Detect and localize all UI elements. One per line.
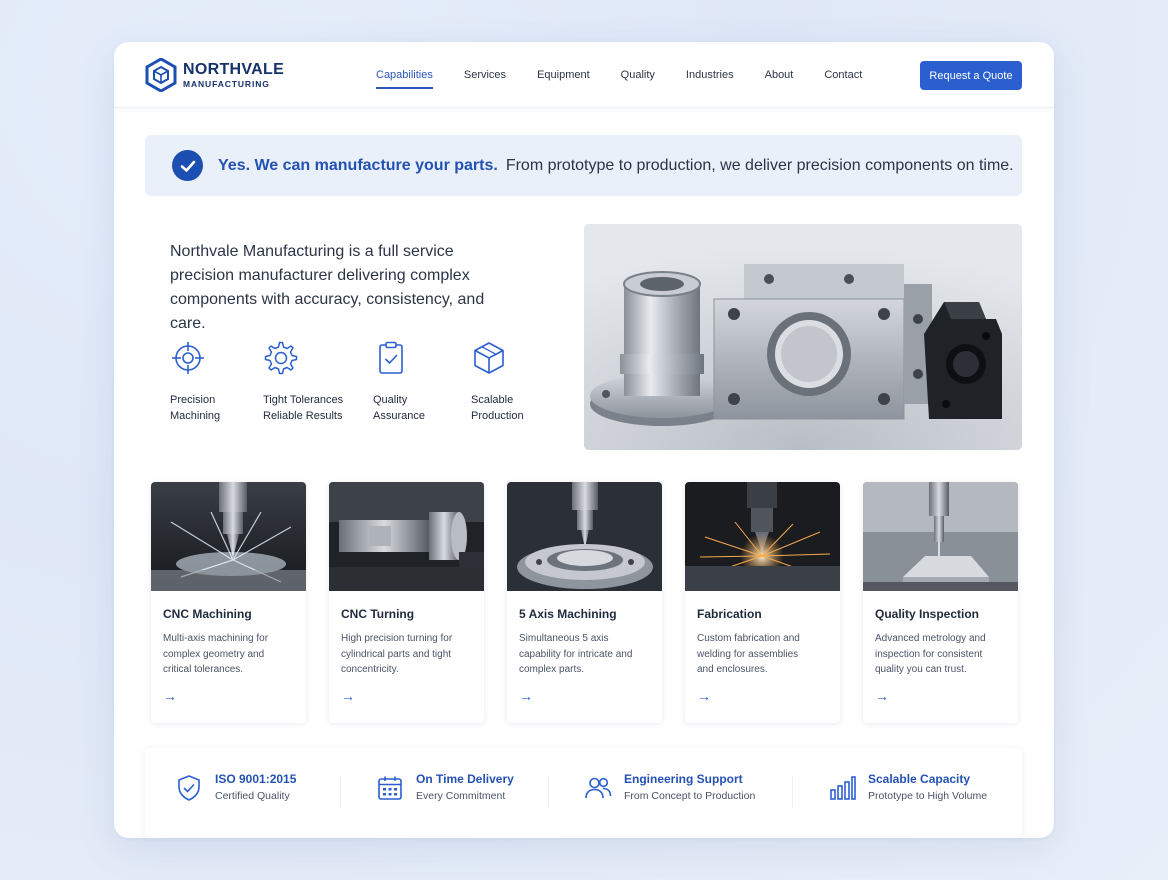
- card-title: Fabrication: [697, 607, 762, 621]
- stat-subtitle: Prototype to High Volume: [868, 790, 988, 802]
- divider: [340, 776, 341, 808]
- brand-sub: MANUFACTURING: [183, 78, 270, 89]
- feature-scalable: Scalable Production: [471, 340, 581, 424]
- feature-quality: Quality Assurance: [373, 340, 483, 424]
- card-description: Advanced metrology and inspection for co…: [875, 633, 986, 675]
- hexagon-logo-icon: [145, 58, 177, 92]
- stat-engineering: Engineering Support From Concept to Prod…: [584, 772, 755, 802]
- clipboard-check-icon: [379, 341, 403, 374]
- fabrication-image: [685, 482, 840, 591]
- request-quote-button[interactable]: Request a Quote: [920, 61, 1022, 90]
- site-header: NORTHVALE MANUFACTURING Capabilities Ser…: [114, 42, 1054, 108]
- card-description: Custom fabrication and welding for assem…: [697, 633, 800, 675]
- feature-label: Quality Assurance: [373, 394, 425, 422]
- card-title: Quality Inspection: [875, 607, 980, 621]
- feature-label: Scalable Production: [471, 394, 524, 422]
- banner-text: From prototype to production, we deliver…: [505, 156, 1014, 174]
- feature-label: Tight Tolerances Reliable Results: [263, 394, 344, 422]
- stat-title: Scalable Capacity: [868, 772, 971, 786]
- cnc-turning-image: [329, 482, 484, 591]
- card-title: CNC Machining: [163, 607, 252, 621]
- arrow-right-icon[interactable]: →: [163, 688, 177, 704]
- card-description: Multi-axis machining for complex geometr…: [163, 633, 269, 675]
- hero-image: [584, 224, 1022, 450]
- bar-chart-icon: [830, 776, 856, 800]
- divider: [548, 776, 549, 808]
- service-card-quality-inspection[interactable]: Quality Inspection Advanced metrology an…: [863, 482, 1018, 723]
- stat-iso: ISO 9001:2015 Certified Quality: [175, 772, 296, 802]
- arrow-right-icon[interactable]: →: [519, 688, 533, 704]
- card-title: 5 Axis Machining: [519, 607, 617, 621]
- service-card-cnc-turning[interactable]: CNC Turning High precision turning for c…: [329, 482, 484, 723]
- service-card-fabrication[interactable]: Fabrication Custom fabrication and weldi…: [685, 482, 840, 723]
- feature-tolerances: Tight Tolerances Reliable Results: [263, 340, 373, 424]
- check-circle-icon: [172, 150, 203, 181]
- nav-contact[interactable]: Contact: [824, 69, 862, 89]
- stat-title: ISO 9001:2015: [215, 772, 297, 786]
- nav-industries[interactable]: Industries: [686, 69, 734, 89]
- arrow-right-icon[interactable]: →: [341, 688, 355, 704]
- stat-title: Engineering Support: [624, 772, 743, 786]
- banner-headline: Yes. We can manufacture your parts.: [218, 156, 498, 174]
- card-title: CNC Turning: [341, 607, 415, 621]
- card-description: Simultaneous 5 axis capability for intri…: [519, 633, 633, 675]
- arrow-right-icon[interactable]: →: [697, 688, 711, 704]
- brand-name: NORTHVALE: [183, 60, 285, 78]
- calendar-icon: [378, 776, 402, 800]
- nav-capabilities[interactable]: Capabilities: [376, 69, 433, 89]
- stat-capacity: Scalable Capacity Prototype to High Volu…: [828, 772, 987, 802]
- confirmation-banner: Yes. We can manufacture your parts. From…: [145, 135, 1022, 196]
- trust-bar: ISO 9001:2015 Certified Quality On Time …: [145, 748, 1022, 838]
- service-card-cnc-machining[interactable]: CNC Machining Multi-axis machining for c…: [151, 482, 306, 723]
- quality-inspection-image: [863, 482, 1018, 591]
- crosshair-icon: [172, 342, 204, 374]
- stat-subtitle: Every Commitment: [416, 790, 506, 802]
- browser-window: NORTHVALE MANUFACTURING Capabilities Ser…: [114, 42, 1054, 838]
- arrow-right-icon[interactable]: →: [875, 688, 889, 704]
- stat-title: On Time Delivery: [416, 772, 514, 786]
- cnc-machining-image: [151, 482, 306, 591]
- users-icon: [585, 777, 612, 799]
- card-description: High precision turning for cylindrical p…: [341, 633, 453, 675]
- intro-paragraph: Northvale Manufacturing is a full servic…: [170, 243, 485, 332]
- gear-icon: [264, 341, 298, 375]
- shield-check-icon: [178, 775, 200, 801]
- machined-parts-image: [584, 224, 1022, 450]
- service-card-5-axis-machining[interactable]: 5 Axis Machining Simultaneous 5 axis cap…: [507, 482, 662, 723]
- stat-subtitle: Certified Quality: [215, 790, 290, 802]
- main-nav: Capabilities Services Equipment Quality …: [376, 69, 893, 89]
- cube-icon: [474, 342, 504, 374]
- nav-services[interactable]: Services: [464, 69, 506, 89]
- nav-equipment[interactable]: Equipment: [537, 69, 590, 89]
- nav-about[interactable]: About: [765, 69, 794, 89]
- logo[interactable]: NORTHVALE MANUFACTURING: [145, 58, 284, 92]
- five-axis-machining-image: [507, 482, 662, 591]
- stat-delivery: On Time Delivery Every Commitment: [376, 772, 514, 802]
- stat-subtitle: From Concept to Production: [624, 790, 756, 802]
- nav-quality[interactable]: Quality: [621, 69, 655, 89]
- divider: [792, 776, 793, 808]
